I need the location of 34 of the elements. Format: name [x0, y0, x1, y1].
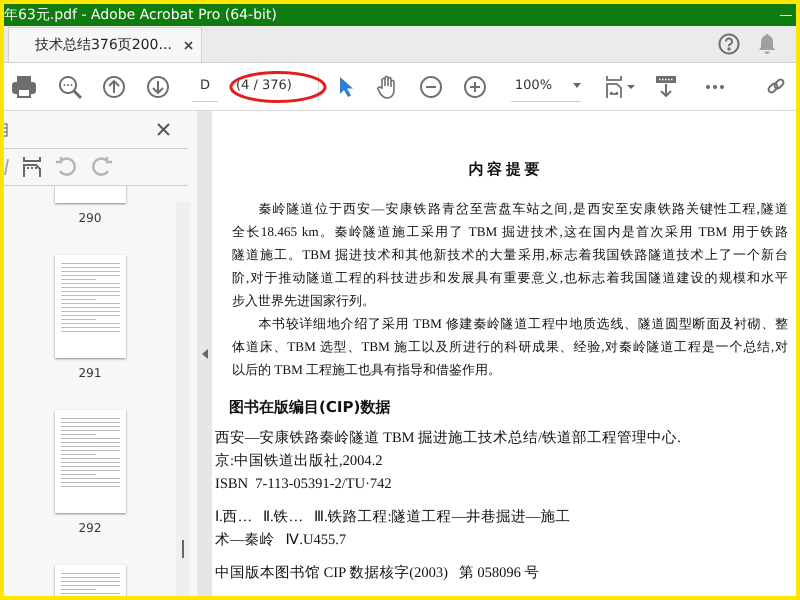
scrollbar[interactable] — [176, 202, 190, 596]
window-title: 年63元.pdf - Adobe Acrobat Pro (64-bit) — [4, 6, 277, 24]
expand-triangle-icon[interactable] — [202, 348, 208, 358]
page-label-field[interactable]: D — [192, 72, 218, 102]
fit-page-icon[interactable] — [604, 74, 637, 100]
panel-icon — [4, 122, 8, 136]
cursor-icon[interactable] — [338, 76, 353, 98]
close-icon[interactable] — [157, 123, 170, 136]
close-icon[interactable] — [184, 40, 193, 50]
page-thumbnail[interactable] — [54, 410, 126, 513]
cip-entry: Ⅰ.西… Ⅱ.铁… Ⅲ.铁路工程:隧道工程—井巷掘进—施工 术—秦岭 Ⅳ.U455.7 — [215, 508, 572, 550]
document-tab[interactable]: 技术总结376页200... — [8, 27, 202, 62]
page-number: 292 — [78, 521, 102, 535]
minimize-button[interactable] — [780, 14, 792, 16]
page-count: (4 / 376) — [236, 77, 292, 95]
paragraph: 秦岭隧道位于西安—安康铁路青岔至营盘车站之间,是西安至安康铁路关键性工程,隧道 全长18.465 km。秦岭隧道施工采用了 TBM 掘进技术,这在国内是首次采用 TBM 用于铁路 隧道施工。TBM 掘进技术和其他新技术的大量采用,标志着我国铁路隧道技术上了一个新台 阶,对于推动隧道工程的科技进步和发展具有重要意义,也标志着我国隧道建设的规模和水平 步入世界先进国家行列。 — [232, 200, 788, 310]
zoom-icon[interactable] — [58, 74, 82, 98]
page-thumbnail[interactable] — [54, 255, 126, 358]
page-number: 290 — [78, 211, 102, 225]
section-heading: 图书在版编目(CIP)数据 — [229, 398, 392, 417]
cip-entry: 西安—安康铁路秦岭隧道 TBM 掘进施工技术总结/铁道部工程管理中心. 京:中国铁道出版社,2004.2 ISBN 7-113-05391-2/TU·742 — [215, 428, 682, 494]
paragraph: 本书较详细地介绍了采用 TBM 修建秦岭隧道工程中地质选线、隧道圆型断面及衬砌、整 体道床、TBM 选型、TBM 施工以及所进行的科研成果、经验,对秦岭隧道工程是一个总结,对 以后的 TBM 工程施工也具有指导和借鉴作用。 — [232, 315, 788, 379]
print-icon[interactable] — [12, 76, 36, 98]
zoom-in-icon[interactable] — [462, 74, 487, 98]
page-number: 291 — [78, 366, 102, 380]
caret-icon — [572, 82, 581, 88]
zoom-out-icon[interactable] — [418, 74, 443, 98]
more-icon[interactable] — [704, 84, 725, 90]
keyboard-down-icon[interactable] — [654, 74, 677, 98]
zoom-dropdown[interactable]: 100% — [510, 72, 581, 102]
section-title: 内 容 提 要 — [467, 160, 541, 179]
help-icon[interactable] — [718, 33, 740, 55]
cip-entry: 中国版本图书馆 CIP 数据核字(2003) 第 058096 号 — [215, 564, 541, 583]
page-extract-icon[interactable] — [23, 156, 41, 178]
